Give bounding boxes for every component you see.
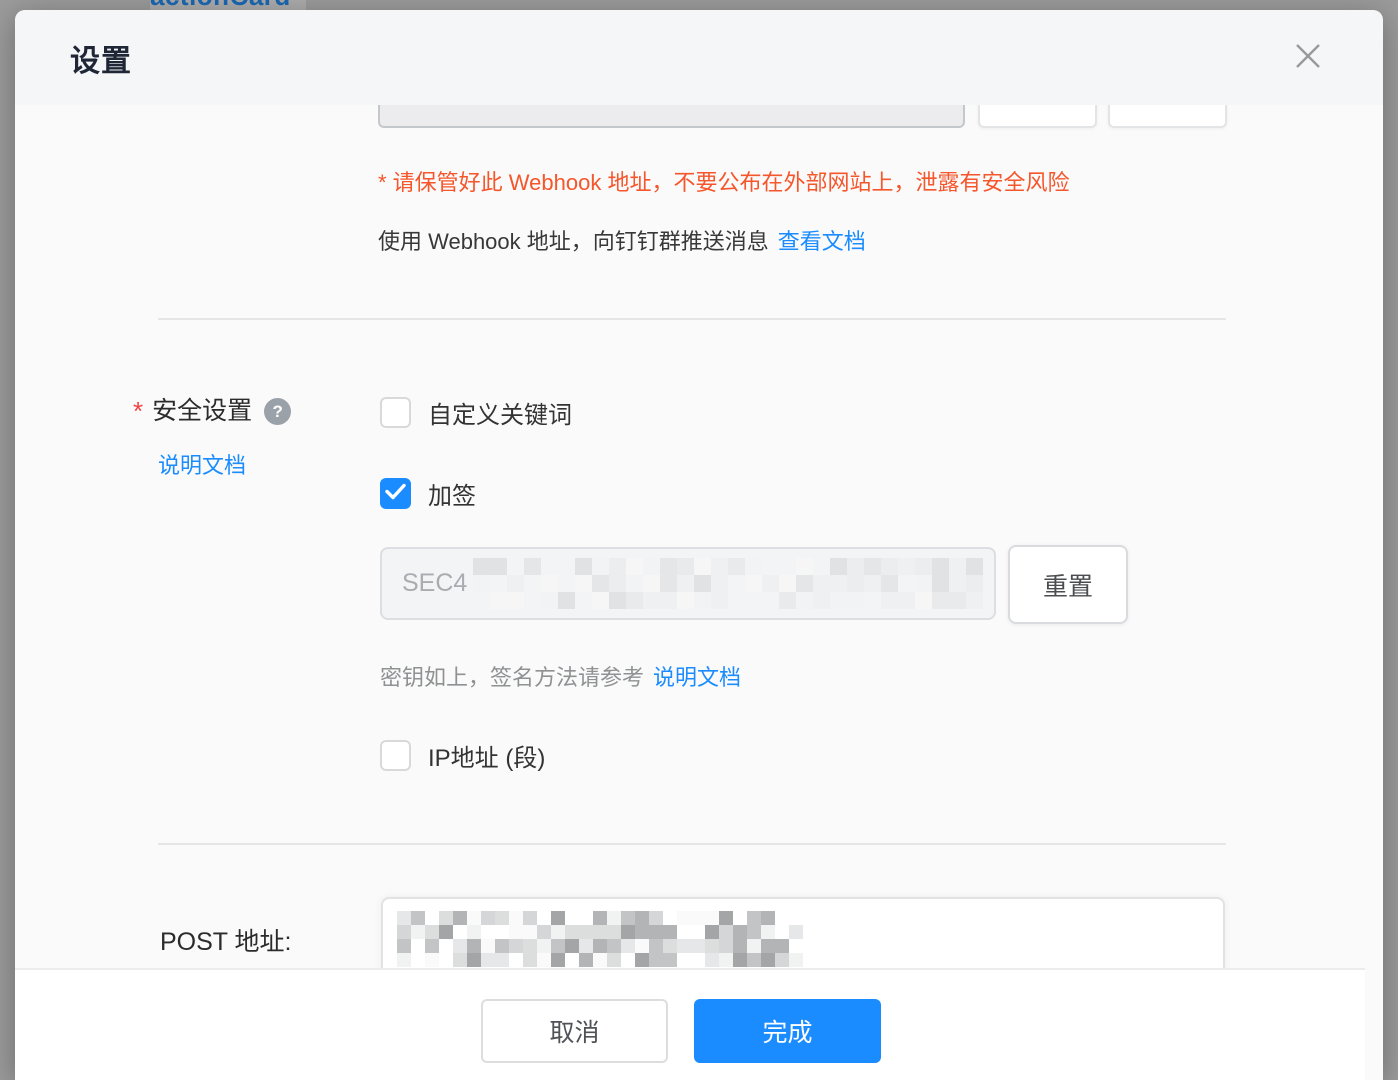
check-icon — [385, 483, 406, 505]
section-divider — [158, 843, 1226, 845]
secret-key-prefix: SEC4 — [402, 569, 467, 598]
secret-hint-text: 密钥如上，签名方法请参考 — [380, 665, 644, 690]
webhook-action-button-2[interactable] — [1108, 105, 1227, 128]
webhook-usage-line: 使用 Webhook 地址，向钉钉群推送消息查看文档 — [378, 227, 866, 257]
secret-key-redacted-value — [473, 558, 983, 609]
dialog-footer: 取消 完成 — [15, 968, 1365, 1080]
cancel-button[interactable]: 取消 — [481, 999, 668, 1063]
security-settings-label-row: * 安全设置 ? — [133, 395, 291, 427]
secret-hint-line: 密钥如上，签名方法请参考说明文档 — [380, 663, 741, 693]
secret-key-input[interactable]: SEC4 — [380, 547, 996, 620]
reset-button[interactable]: 重置 — [1008, 545, 1128, 624]
post-address-redacted-value — [397, 911, 803, 967]
custom-keywords-checkbox[interactable] — [380, 397, 411, 428]
required-asterisk: * — [133, 395, 143, 427]
post-address-label: POST 地址: — [160, 922, 292, 958]
background-tab-label: actionCard — [150, 0, 306, 10]
secret-doc-link[interactable]: 说明文档 — [653, 665, 741, 690]
ip-address-label[interactable]: IP地址 (段) — [428, 738, 545, 773]
settings-dialog: 设置 * 请保管好此 Webhook 地址，不要公布在外部网站上，泄露有安全风险… — [15, 10, 1383, 1080]
post-address-input[interactable] — [381, 897, 1225, 968]
dialog-header: 设置 — [15, 10, 1383, 105]
close-icon — [1293, 59, 1323, 74]
webhook-usage-text: 使用 Webhook 地址，向钉钉群推送消息 — [378, 229, 769, 254]
dialog-body: * 请保管好此 Webhook 地址，不要公布在外部网站上，泄露有安全风险 使用… — [15, 105, 1383, 968]
security-settings-label: 安全设置 — [152, 395, 252, 427]
dialog-title: 设置 — [70, 36, 132, 80]
security-doc-link[interactable]: 说明文档 — [158, 451, 246, 481]
option-ip-address: IP地址 (段) — [380, 738, 545, 773]
sign-checkbox[interactable] — [380, 478, 411, 509]
custom-keywords-label[interactable]: 自定义关键词 — [428, 395, 572, 430]
confirm-button[interactable]: 完成 — [694, 999, 881, 1063]
webhook-url-input[interactable] — [378, 105, 965, 128]
ip-address-checkbox[interactable] — [380, 740, 411, 771]
section-divider — [158, 318, 1226, 320]
webhook-action-button-1[interactable] — [978, 105, 1097, 128]
option-custom-keywords: 自定义关键词 — [380, 395, 572, 430]
close-button[interactable] — [1291, 40, 1325, 74]
webhook-warning-text: * 请保管好此 Webhook 地址，不要公布在外部网站上，泄露有安全风险 — [378, 168, 1069, 198]
sign-label[interactable]: 加签 — [428, 476, 476, 511]
background-tab-actioncard: actionCard — [150, 0, 306, 10]
option-sign: 加签 — [380, 476, 476, 511]
view-docs-link[interactable]: 查看文档 — [778, 229, 866, 254]
help-icon[interactable]: ? — [264, 398, 291, 425]
